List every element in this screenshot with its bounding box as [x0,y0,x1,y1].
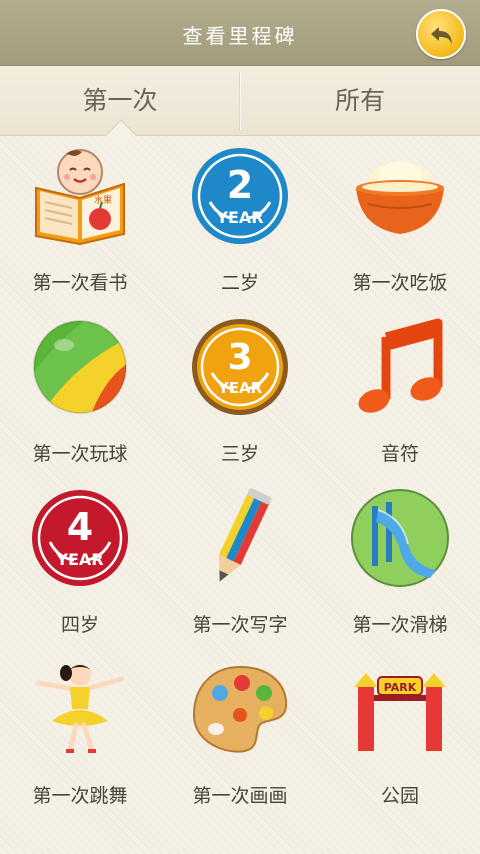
park-gate-icon: PARK [354,673,446,751]
tab-bar: 第一次 所有 [0,66,480,136]
back-button[interactable] [416,9,466,59]
milestone-item[interactable]: 4 YEAR 四岁 [0,488,160,658]
milestone-label: 四岁 [60,614,99,636]
ball-icon [33,320,127,414]
tab-all[interactable]: 所有 [240,66,480,136]
pencil-icon [218,488,272,582]
milestone-item[interactable]: 第一次玩球 [0,317,160,487]
svg-text:YEAR: YEAR [55,550,103,569]
reading-baby-icon: 水果 [35,149,125,246]
milestone-label: 第一次吃饭 [352,272,448,294]
milestone-label: 二岁 [220,272,259,294]
milestone-label: 第一次写字 [192,614,288,636]
slide-icon [351,489,449,587]
milestone-label: 第一次滑梯 [352,614,448,636]
two-year-badge-icon: 2 YEAR [192,148,288,244]
music-note-icon [358,318,443,413]
milestone-label: 第一次跳舞 [32,785,128,807]
milestone-item[interactable]: 水果 第一次看书 [0,146,160,316]
milestone-label: 公园 [380,785,419,807]
svg-text:YEAR: YEAR [215,208,263,227]
rice-bowl-icon [356,162,444,234]
svg-text:YEAR: YEAR [217,379,263,397]
palette-icon [192,665,288,753]
milestone-label: 第一次看书 [32,272,128,294]
milestone-item[interactable]: 第一次吃饭 [320,146,480,316]
milestone-item[interactable]: 第一次滑梯 [320,488,480,658]
milestone-item[interactable]: 音符 [320,317,480,487]
milestone-item[interactable]: PARK 公园 [320,659,480,829]
milestone-label: 第一次画画 [192,785,288,807]
dancer-icon [35,664,125,754]
milestone-item[interactable]: 2 YEAR 二岁 [160,146,320,316]
svg-text:3: 3 [227,337,252,378]
milestone-item[interactable]: 第一次跳舞 [0,659,160,829]
milestone-label: 第一次玩球 [32,443,128,465]
milestone-label: 三岁 [220,443,259,465]
milestone-label: 音符 [380,443,419,465]
svg-text:PARK: PARK [384,681,417,694]
four-year-badge-icon: 4 YEAR [32,490,128,586]
svg-text:水果: 水果 [94,194,112,206]
title-bar: 查看里程碑 [0,0,480,66]
svg-text:2: 2 [227,163,253,207]
milestone-item[interactable]: 3 YEAR 三岁 [160,317,320,487]
svg-text:4: 4 [67,505,93,549]
milestone-item[interactable]: 第一次写字 [160,488,320,658]
back-arrow-icon [431,27,452,45]
three-year-badge-icon: 3 YEAR [192,319,288,415]
page-title: 查看里程碑 [182,24,298,48]
milestone-item[interactable]: 第一次画画 [160,659,320,829]
